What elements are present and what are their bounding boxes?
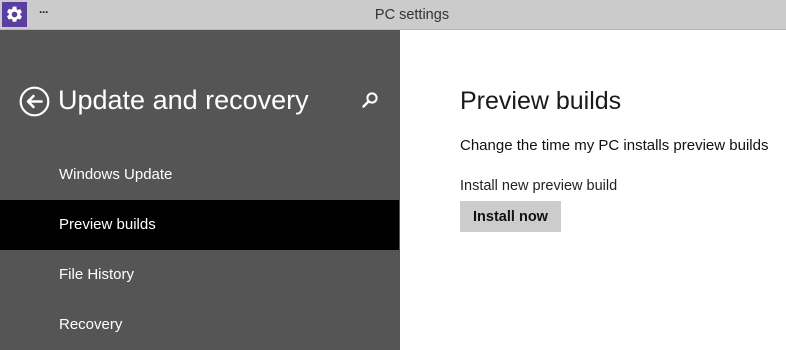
left-navigation-pane: Update and recovery Windows Update Previ…	[0, 30, 400, 350]
install-build-label: Install new preview build	[460, 178, 618, 194]
nav-item-label: Windows Update	[59, 166, 173, 183]
change-install-time-link[interactable]: Change the time my PC installs preview b…	[460, 136, 768, 156]
section-title: Update and recovery	[58, 85, 309, 115]
page-title: Preview builds	[460, 87, 622, 115]
install-now-button[interactable]: Install now	[460, 201, 561, 232]
nav-item-recovery[interactable]: Recovery	[0, 300, 399, 350]
pc-settings-window: ··· PC settings Update and recovery Wind…	[0, 0, 786, 350]
nav-item-file-history[interactable]: File History	[0, 250, 399, 300]
nav-item-windows-update[interactable]: Windows Update	[0, 150, 399, 200]
nav-item-label: Preview builds	[59, 216, 156, 233]
nav-item-label: Recovery	[59, 316, 123, 333]
search-icon[interactable]	[359, 89, 381, 111]
window-title: PC settings	[374, 7, 450, 23]
content-pane: Preview builds Change the time my PC ins…	[400, 30, 786, 350]
settings-nav-list: Windows Update Preview builds File Histo…	[0, 150, 400, 350]
back-arrow-icon[interactable]	[19, 86, 50, 117]
title-bar: ··· PC settings	[0, 0, 786, 30]
nav-item-label: File History	[59, 266, 135, 283]
nav-item-preview-builds[interactable]: Preview builds	[0, 200, 399, 250]
